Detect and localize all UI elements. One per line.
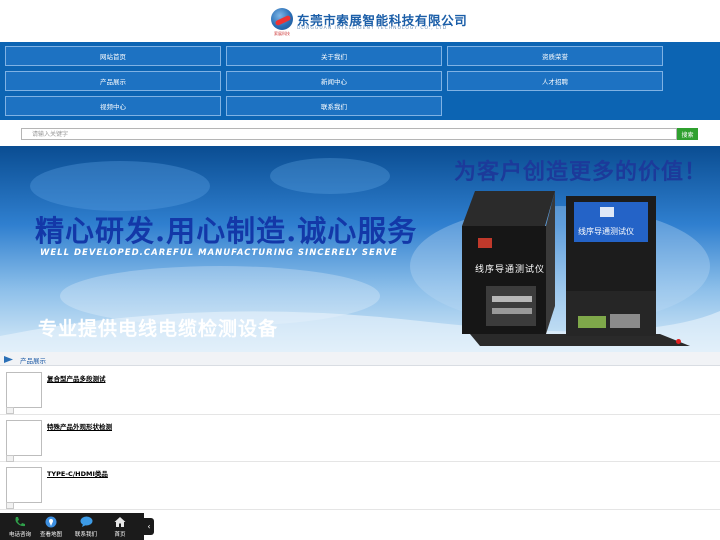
carousel-dot-active[interactable]	[676, 339, 681, 344]
products-section-header	[0, 352, 720, 366]
broken-image-icon	[6, 407, 14, 414]
product-title[interactable]: TYPE-C/HDMI类品	[47, 468, 108, 478]
nav-jobs[interactable]: 人才招聘	[447, 71, 663, 91]
banner-headline-top: 为客户创造更多的价值！	[454, 159, 708, 185]
nav-products[interactable]: 产品展示	[5, 71, 221, 91]
hero-banner: 为客户创造更多的价值！ 精心研发.用心制造.诚心服务 WELL DEVELOPE…	[0, 146, 720, 352]
carousel-dots	[676, 339, 681, 344]
product-item[interactable]: 特殊产品外观形状检测	[0, 415, 720, 462]
product-thumbnail[interactable]	[6, 467, 42, 503]
logo-text: 索展科技	[274, 31, 290, 36]
home-icon	[113, 515, 127, 529]
map-icon	[44, 515, 58, 529]
product-item[interactable]: TYPE-C/HDMI类品	[0, 462, 720, 510]
chat-icon	[79, 515, 93, 529]
nav-videos[interactable]: 视频中心	[5, 96, 221, 116]
device-label-right: 线序导通测试仪	[578, 227, 634, 236]
nav-home[interactable]: 网站首页	[5, 46, 221, 66]
site-header: 索展科技 东莞市索展智能科技有限公司 DONGGUAN INTELLIGENT …	[0, 0, 720, 42]
bottom-map-button[interactable]: 查看地图	[36, 513, 66, 540]
product-thumbnail[interactable]	[6, 420, 42, 456]
broken-image-icon	[6, 502, 14, 509]
nav-news[interactable]: 新闻中心	[226, 71, 442, 91]
search-button[interactable]: 搜索	[677, 128, 698, 140]
nav-about[interactable]: 关于我们	[226, 46, 442, 66]
bottom-contact-button[interactable]: 联系我们	[71, 513, 101, 540]
nav-honors[interactable]: 资质荣誉	[447, 46, 663, 66]
page: 索展科技 东莞市索展智能科技有限公司 DONGGUAN INTELLIGENT …	[0, 0, 720, 540]
nav-contact[interactable]: 联系我们	[226, 96, 442, 116]
banner-headline-en: WELL DEVELOPED.CAREFUL MANUFACTURING SIN…	[40, 248, 398, 258]
bottom-home-label: 首页	[114, 532, 126, 538]
banner-headline-sub: 专业提供电线电缆检测设备	[38, 318, 279, 340]
products-section-title[interactable]: 产品展示	[20, 355, 46, 365]
company-name-en: DONGGUAN INTELLIGENT TECHNOLOGY CO., LTD	[297, 26, 448, 31]
search-input[interactable]	[21, 128, 677, 140]
main-nav: 网站首页 关于我们 资质荣誉 产品展示 新闻中心 人才招聘 视频中心 联系我们	[0, 42, 720, 120]
product-item[interactable]: 复合型产品多段测试	[0, 367, 720, 415]
device-label-left: 线序导通测试仪	[475, 265, 546, 275]
product-thumbnail[interactable]	[6, 372, 42, 408]
section-arrow-icon	[4, 356, 13, 363]
bottom-contact-label: 联系我们	[74, 532, 97, 538]
chevron-left-icon[interactable]: ‹	[144, 518, 154, 535]
banner-headline-main: 精心研发.用心制造.诚心服务	[35, 214, 418, 248]
company-logo[interactable]	[271, 8, 293, 30]
bottom-map-label: 查看地图	[39, 532, 62, 538]
broken-image-icon	[6, 455, 14, 462]
phone-icon	[13, 515, 27, 529]
product-title[interactable]: 特殊产品外观形状检测	[47, 421, 112, 431]
bottom-phone-label: 电话咨询	[8, 532, 31, 538]
product-title[interactable]: 复合型产品多段测试	[47, 373, 106, 383]
bottom-phone-button[interactable]: 电话咨询	[5, 513, 35, 540]
bottom-home-button[interactable]: 首页	[105, 513, 135, 540]
